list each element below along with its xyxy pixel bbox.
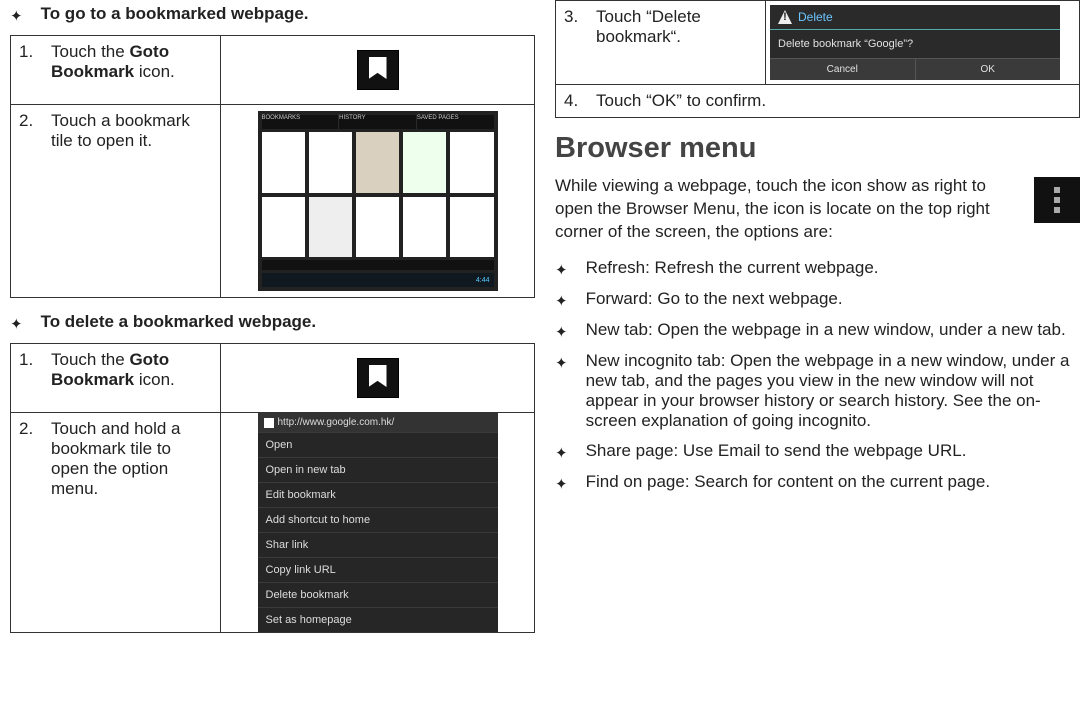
del-step4-text: Touch “OK” to confirm. <box>596 91 1071 111</box>
warning-icon: ! <box>778 10 792 24</box>
step-number: 2. <box>19 419 37 499</box>
bookmark-icon: ★ <box>357 358 399 398</box>
step-number: 2. <box>19 111 37 151</box>
browser-menu-heading: Browser menu <box>555 132 1080 165</box>
star-icon: ✦ <box>10 7 23 25</box>
step-number: 3. <box>564 7 582 47</box>
delete-steps-table-cont: 3. Touch “Delete bookmark“. !Delete Dele… <box>555 0 1080 118</box>
del-step2-text: Touch and hold a bookmark tile to open t… <box>51 419 212 499</box>
star-icon: ✦ <box>555 323 568 341</box>
dialog-cancel-button: Cancel <box>770 58 916 80</box>
star-icon: ✦ <box>555 444 568 462</box>
star-icon: ✦ <box>555 261 568 279</box>
menu-option-refresh: ✦ Refresh: Refresh the current webpage. <box>555 258 1080 279</box>
heading-delete-bookmark: ✦ To delete a bookmarked webpage. <box>10 312 535 333</box>
bookmark-icon: ★ <box>357 50 399 90</box>
menu-option-share: ✦ Share page: Use Email to send the webp… <box>555 441 1080 462</box>
del-step3-text: Touch “Delete bookmark“. <box>596 7 757 47</box>
heading-text: To delete a bookmarked webpage. <box>41 312 535 332</box>
menu-option-newtab: ✦ New tab: Open the webpage in a new win… <box>555 320 1080 341</box>
delete-steps-table: 1. Touch the Goto Bookmark icon. ★ 2. To… <box>10 343 535 633</box>
browser-menu-intro-block: While viewing a webpage, touch the icon … <box>555 175 1080 244</box>
browser-menu-intro-text: While viewing a webpage, touch the icon … <box>555 176 990 241</box>
star-icon: ✦ <box>555 475 568 493</box>
delete-dialog-screenshot: !Delete Delete bookmark “Google”? Cancel… <box>770 5 1060 80</box>
overflow-icon <box>1034 177 1080 223</box>
goto-step1-text: Touch the Goto Bookmark icon. <box>51 42 212 82</box>
menu-option-forward: ✦ Forward: Go to the next webpage. <box>555 289 1080 310</box>
step-number: 1. <box>19 42 37 82</box>
star-icon: ✦ <box>555 354 568 372</box>
step-number: 1. <box>19 350 37 390</box>
star-icon: ✦ <box>10 315 23 333</box>
goto-step2-text: Touch a bookmark tile to open it. <box>51 111 212 151</box>
goto-steps-table: 1. Touch the Goto Bookmark icon. ★ 2. To… <box>10 35 535 298</box>
menu-option-find: ✦ Find on page: Search for content on th… <box>555 472 1080 493</box>
heading-text: To go to a bookmarked webpage. <box>41 4 535 24</box>
step-number: 4. <box>564 91 582 111</box>
heading-goto-bookmark: ✦ To go to a bookmarked webpage. <box>10 4 535 25</box>
context-menu-screenshot: http://www.google.com.hk/ Open Open in n… <box>258 413 498 632</box>
menu-option-incognito: ✦ New incognito tab: Open the webpage in… <box>555 351 1080 431</box>
bookmark-tiles-screenshot: BOOKMARKS HISTORY SAVED PAGES 4:44 <box>258 111 498 291</box>
dialog-ok-button: OK <box>916 58 1061 80</box>
star-icon: ✦ <box>555 292 568 310</box>
del-step1-text: Touch the Goto Bookmark icon. <box>51 350 212 390</box>
